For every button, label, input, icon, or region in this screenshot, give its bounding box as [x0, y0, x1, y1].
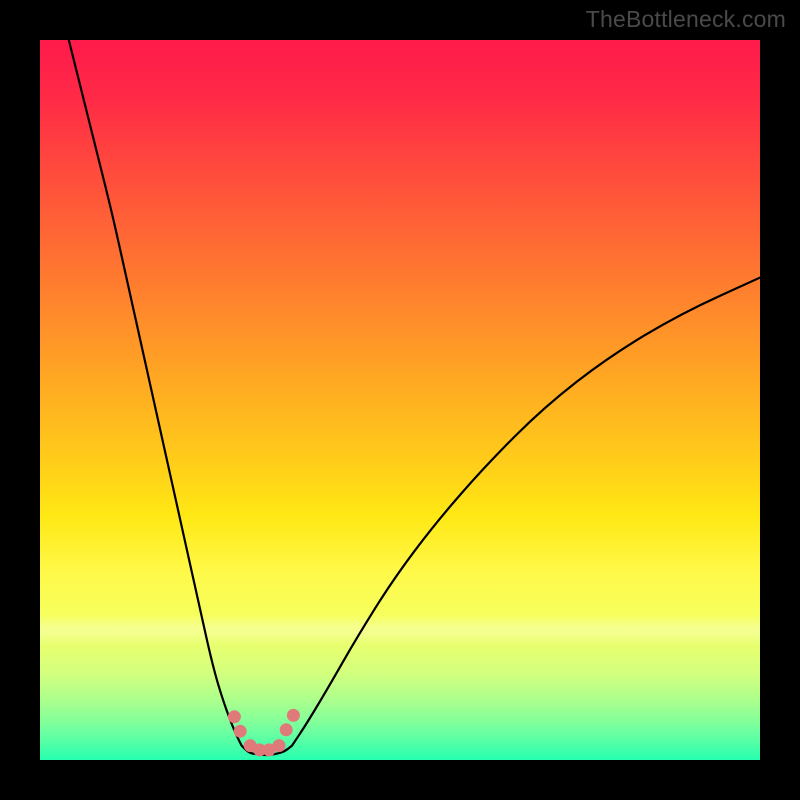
background-gradient [40, 40, 760, 760]
chart-frame: TheBottleneck.com [0, 0, 800, 800]
plot-area [40, 40, 760, 760]
attribution-text: TheBottleneck.com [586, 6, 786, 33]
